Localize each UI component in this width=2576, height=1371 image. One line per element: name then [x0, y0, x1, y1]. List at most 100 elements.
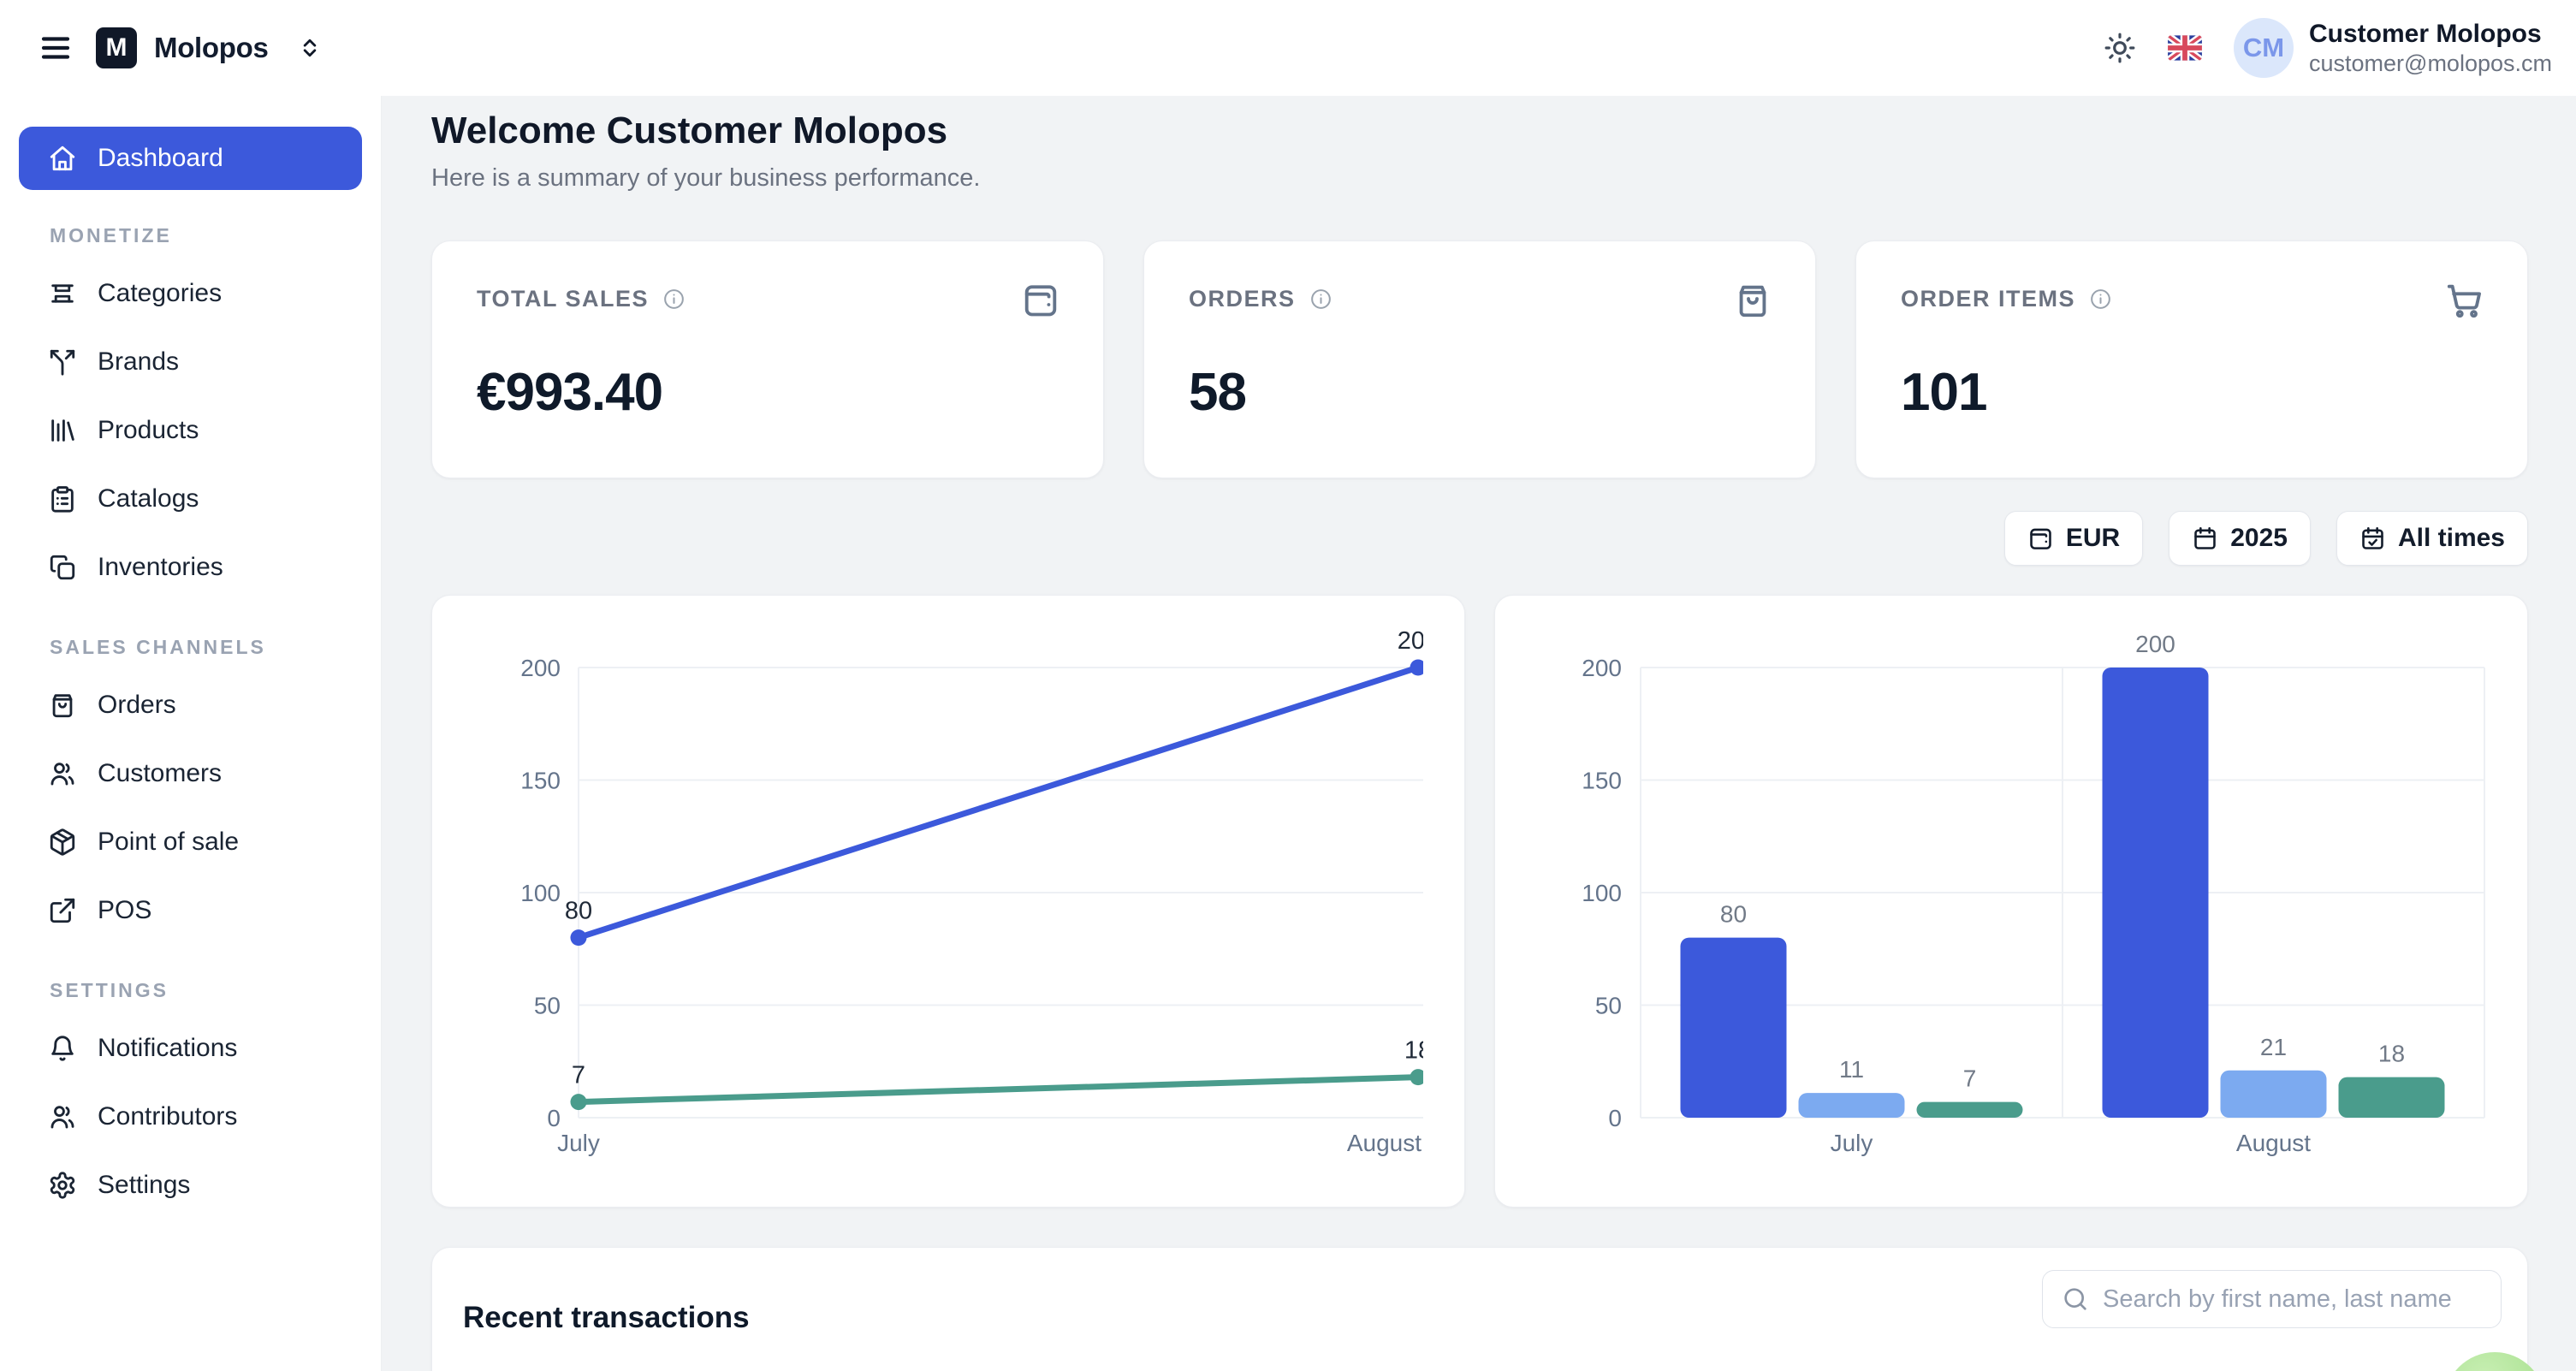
sidebar-item-catalogs[interactable]: Catalogs [19, 465, 362, 533]
sidebar-item-pos[interactable]: POS [19, 876, 362, 945]
sidebar-item-categories[interactable]: Categories [19, 259, 362, 328]
sidebar-item-dashboard[interactable]: Dashboard [19, 127, 362, 190]
main-content: Welcome Customer Molopos Here is a summa… [382, 96, 2576, 1371]
svg-text:7: 7 [1963, 1065, 1977, 1092]
svg-text:200: 200 [2135, 631, 2175, 657]
svg-text:80: 80 [565, 898, 592, 925]
menu-toggle-button[interactable] [38, 30, 74, 66]
sidebar-item-settings[interactable]: Settings [19, 1151, 362, 1220]
svg-text:80: 80 [1720, 901, 1747, 928]
svg-text:50: 50 [1595, 993, 1622, 1019]
user-email: customer@molopos.cm [2309, 50, 2552, 77]
info-icon[interactable] [1309, 288, 1333, 311]
stat-head: TOTAL SALES [477, 286, 1059, 312]
users-icon [48, 1102, 77, 1131]
gear-icon [48, 1171, 77, 1200]
sidebar-item-customers[interactable]: Customers [19, 739, 362, 808]
menu-icon [38, 30, 74, 66]
products-icon [48, 416, 77, 445]
sidebar-item-label: Notifications [98, 1034, 237, 1063]
sidebar-item-point-of-sale[interactable]: Point of sale [19, 808, 362, 876]
stat-value: 58 [1189, 362, 1771, 423]
sidebar-item-label: Inventories [98, 553, 223, 582]
svg-text:150: 150 [1582, 768, 1622, 794]
brand-logo[interactable]: M Molopos [96, 27, 322, 68]
stat-head: ORDERS [1189, 286, 1771, 312]
bag-icon [48, 691, 77, 720]
topbar-right: CM Customer Molopos customer@molopos.cm [2104, 18, 2552, 78]
user-menu[interactable]: CM Customer Molopos customer@molopos.cm [2234, 18, 2552, 78]
user-name: Customer Molopos [2309, 19, 2552, 50]
chevrons-up-down-icon[interactable] [298, 36, 322, 60]
sidebar-item-orders[interactable]: Orders [19, 671, 362, 739]
bell-icon [48, 1034, 77, 1063]
bar-chart-card: 05010015020080117July2002118August [1494, 595, 2528, 1208]
stat-card-total-sales: TOTAL SALES €993.40 [431, 240, 1104, 478]
wallet-icon [2027, 525, 2054, 552]
svg-text:50: 50 [534, 993, 561, 1019]
sidebar-item-label: Dashboard [98, 144, 223, 173]
svg-text:100: 100 [520, 880, 561, 906]
filter-all-times-button[interactable]: All times [2336, 511, 2528, 566]
language-flag-button[interactable] [2167, 30, 2203, 66]
wallet-icon [1021, 281, 1060, 320]
sidebar: Dashboard MONETIZE Categories Brands Product… [0, 96, 382, 1371]
sidebar-item-label: Catalogs [98, 484, 199, 513]
uk-flag-icon [2167, 30, 2203, 66]
sidebar-item-label: Point of sale [98, 828, 239, 857]
theme-toggle-button[interactable] [2104, 32, 2136, 64]
nav-section-title: SALES CHANNELS [50, 636, 352, 659]
sidebar-item-products[interactable]: Products [19, 396, 362, 465]
nav-section-title: SETTINGS [50, 979, 352, 1002]
topbar: M Molopos CM Customer Molopos customer@m… [0, 0, 2576, 96]
stat-value: 101 [1901, 362, 2483, 423]
filter-label: EUR [2066, 524, 2120, 553]
sidebar-item-inventories[interactable]: Inventories [19, 533, 362, 602]
filter-2025-button[interactable]: 2025 [2169, 511, 2311, 566]
page-title: Welcome Customer Molopos [431, 108, 2528, 154]
bag-icon [1733, 281, 1772, 320]
svg-text:200: 200 [1582, 655, 1622, 681]
stat-label: TOTAL SALES [477, 286, 649, 312]
categories-icon [48, 279, 77, 308]
sidebar-item-label: Products [98, 416, 199, 445]
nav-section-title: MONETIZE [50, 224, 352, 247]
stat-head: ORDER ITEMS [1901, 286, 2483, 312]
info-icon[interactable] [2089, 288, 2112, 311]
sidebar-item-label: POS [98, 896, 151, 925]
filter-eur-button[interactable]: EUR [2004, 511, 2143, 566]
search-input[interactable] [2103, 1285, 2482, 1314]
users-icon [48, 759, 77, 788]
svg-text:200: 200 [520, 655, 561, 681]
bar-chart: 05010015020080117July2002118August [1495, 596, 2528, 1195]
sidebar-item-label: Brands [98, 347, 179, 377]
svg-text:August: August [1347, 1130, 1422, 1156]
home-icon [48, 144, 77, 173]
user-meta: Customer Molopos customer@molopos.cm [2309, 19, 2552, 77]
cart-icon [2445, 281, 2484, 320]
svg-text:July: July [1831, 1130, 1873, 1156]
catalogs-icon [48, 484, 77, 513]
sidebar-item-brands[interactable]: Brands [19, 328, 362, 396]
stat-value: €993.40 [477, 362, 1059, 423]
stat-label: ORDERS [1189, 286, 1296, 312]
svg-text:0: 0 [547, 1105, 561, 1131]
sidebar-item-label: Categories [98, 279, 222, 308]
sun-icon [2104, 32, 2136, 64]
stat-label: ORDER ITEMS [1901, 286, 2075, 312]
sidebar-item-contributors[interactable]: Contributors [19, 1083, 362, 1151]
info-icon[interactable] [662, 288, 686, 311]
svg-text:July: July [557, 1130, 600, 1156]
logo-text: Molopos [154, 32, 269, 64]
stat-card-orders: ORDERS 58 [1143, 240, 1816, 478]
sidebar-item-notifications[interactable]: Notifications [19, 1014, 362, 1083]
svg-text:0: 0 [1608, 1105, 1622, 1131]
inventories-icon [48, 553, 77, 582]
package-icon [48, 828, 77, 857]
svg-text:150: 150 [520, 768, 561, 794]
brands-icon [48, 347, 77, 377]
filter-label: All times [2398, 524, 2505, 553]
calendar-check-icon [2359, 525, 2386, 552]
stat-card-order-items: ORDER ITEMS 101 [1855, 240, 2528, 478]
recent-transactions-card: Recent transactions [431, 1247, 2528, 1371]
